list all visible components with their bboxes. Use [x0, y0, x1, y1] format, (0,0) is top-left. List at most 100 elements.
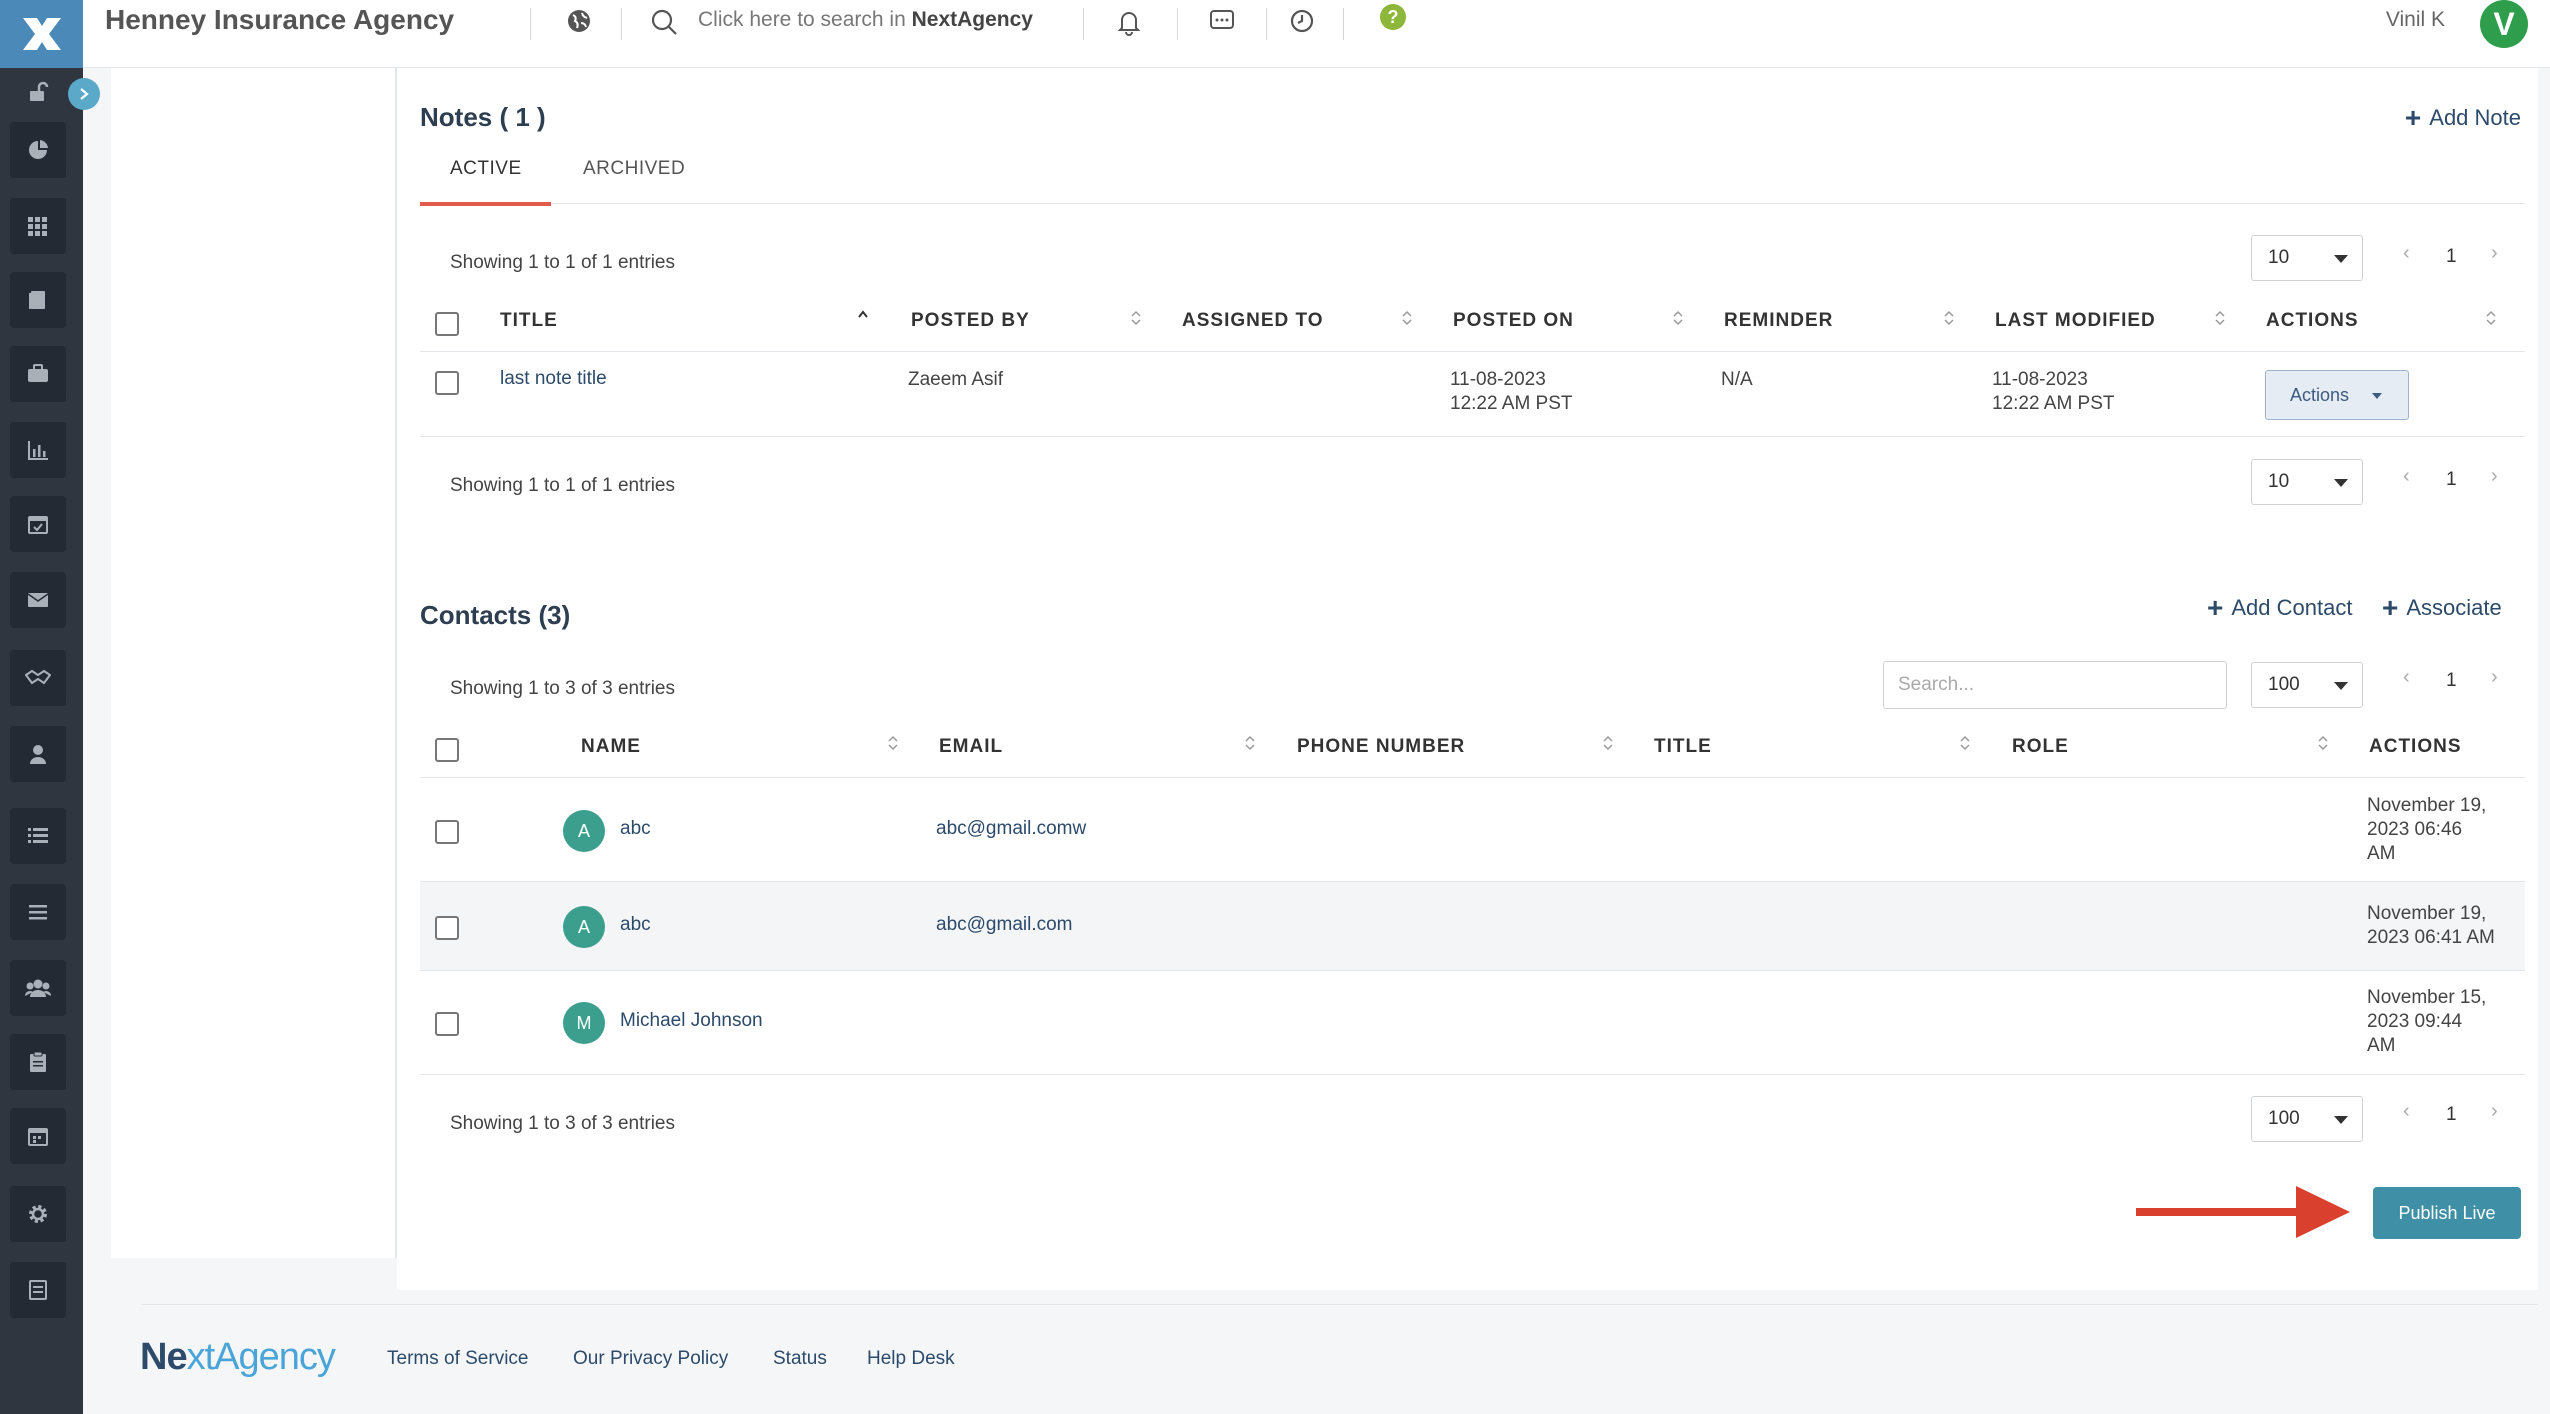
calendar-check-icon[interactable]	[10, 496, 66, 552]
handshake-icon[interactable]	[10, 650, 66, 706]
bar-chart-icon[interactable]	[10, 422, 66, 478]
add-note-button[interactable]: + Add Note	[2405, 104, 2521, 132]
sort-icon[interactable]	[1960, 735, 1970, 751]
row-checkbox[interactable]	[435, 820, 459, 844]
row-checkbox[interactable]	[435, 371, 459, 395]
sort-icon[interactable]	[1944, 310, 1954, 326]
sort-icon[interactable]	[1673, 310, 1683, 326]
pie-chart-icon[interactable]	[10, 122, 66, 178]
row-checkbox[interactable]	[435, 1012, 459, 1036]
sort-icon[interactable]	[2318, 735, 2328, 751]
user-name[interactable]: Vinil K	[2386, 8, 2445, 32]
row-checkbox[interactable]	[435, 916, 459, 940]
globe-icon[interactable]	[566, 8, 592, 34]
col-posted-by[interactable]: POSTED BY	[911, 310, 1030, 332]
clipboard-icon[interactable]	[10, 1034, 66, 1090]
note-actions-dropdown[interactable]: Actions	[2265, 370, 2409, 420]
envelope-icon[interactable]	[10, 572, 66, 628]
tab-active[interactable]: ACTIVE	[450, 158, 522, 180]
notes-page-length-select[interactable]: 10	[2251, 235, 2363, 281]
sort-asc-icon[interactable]	[858, 310, 868, 326]
modified-time: 12:22 AM PST	[1992, 393, 2115, 414]
gear-icon[interactable]	[10, 1186, 66, 1242]
sort-icon[interactable]	[2486, 310, 2496, 326]
users-icon[interactable]	[10, 960, 66, 1016]
message-icon[interactable]	[1209, 8, 1235, 34]
clock-icon[interactable]	[1289, 8, 1315, 34]
sidebar-toggle-button[interactable]	[68, 78, 100, 110]
associate-button[interactable]: + Associate	[2382, 594, 2502, 622]
align-icon[interactable]	[10, 884, 66, 940]
book-icon[interactable]	[10, 272, 66, 328]
col-last-modified[interactable]: LAST MODIFIED	[1995, 310, 2156, 332]
col-assigned-to[interactable]: ASSIGNED TO	[1182, 310, 1324, 332]
contacts-page-number[interactable]: 1	[2446, 670, 2457, 692]
note-title-link[interactable]: last note title	[500, 368, 607, 390]
col-posted-on[interactable]: POSTED ON	[1453, 310, 1574, 332]
col-actions[interactable]: ACTIONS	[2369, 736, 2462, 758]
footer-link-privacy[interactable]: Our Privacy Policy	[573, 1348, 728, 1370]
sort-icon[interactable]	[888, 735, 898, 751]
col-email[interactable]: EMAIL	[939, 736, 1003, 758]
contact-name-link[interactable]: abc	[620, 914, 651, 936]
col-name[interactable]: NAME	[581, 736, 641, 758]
footer-link-status[interactable]: Status	[773, 1348, 827, 1370]
app-logo-icon[interactable]	[0, 0, 83, 68]
add-contact-button[interactable]: + Add Contact	[2207, 594, 2352, 622]
user-icon[interactable]	[10, 726, 66, 782]
contacts-page-length-select[interactable]: 100	[2251, 662, 2363, 708]
col-phone-number[interactable]: PHONE NUMBER	[1297, 736, 1465, 758]
contact-name-link[interactable]: Michael Johnson	[620, 1010, 763, 1032]
table-divider	[420, 970, 2525, 971]
next-page-icon[interactable]: ›	[2491, 465, 2498, 488]
list-icon[interactable]	[10, 808, 66, 864]
prev-page-icon[interactable]: ‹	[2403, 465, 2410, 488]
tab-archived[interactable]: ARCHIVED	[583, 158, 685, 180]
contact-email-link[interactable]: abc@gmail.comw	[936, 818, 1086, 840]
contact-action-date: November 15,	[2367, 987, 2487, 1008]
briefcase-icon[interactable]	[10, 346, 66, 402]
col-title[interactable]: TITLE	[500, 310, 558, 332]
global-search-input[interactable]: Click here to search in NextAgency	[698, 8, 1033, 32]
chevron-down-icon	[2334, 255, 2348, 263]
sort-icon[interactable]	[1245, 735, 1255, 751]
contacts-page-length-select-bottom[interactable]: 100	[2251, 1096, 2363, 1142]
contacts-page-number[interactable]: 1	[2446, 1104, 2457, 1126]
col-reminder[interactable]: REMINDER	[1724, 310, 1833, 332]
notes-page-length-select-bottom[interactable]: 10	[2251, 459, 2363, 505]
next-page-icon[interactable]: ›	[2491, 1100, 2498, 1123]
next-page-icon[interactable]: ›	[2491, 242, 2498, 265]
footer-link-help-desk[interactable]: Help Desk	[867, 1348, 955, 1370]
contact-name-link[interactable]: abc	[620, 818, 651, 840]
footer-logo[interactable]: NextAgency	[140, 1336, 336, 1379]
col-actions[interactable]: ACTIONS	[2266, 310, 2359, 332]
contact-email-link[interactable]: abc@gmail.com	[936, 914, 1073, 936]
prev-page-icon[interactable]: ‹	[2403, 666, 2410, 689]
publish-live-button[interactable]: Publish Live	[2373, 1187, 2521, 1239]
search-icon[interactable]	[650, 8, 678, 36]
col-title[interactable]: TITLE	[1654, 736, 1712, 758]
col-role[interactable]: ROLE	[2012, 736, 2069, 758]
grid-icon[interactable]	[10, 198, 66, 254]
sort-icon[interactable]	[1603, 735, 1613, 751]
contacts-search-input[interactable]	[1883, 661, 2227, 709]
prev-page-icon[interactable]: ‹	[2403, 1100, 2410, 1123]
notes-page-number[interactable]: 1	[2446, 469, 2457, 491]
sort-icon[interactable]	[1131, 310, 1141, 326]
table-divider	[420, 777, 2525, 778]
bell-icon[interactable]	[1117, 8, 1141, 36]
next-page-icon[interactable]: ›	[2491, 666, 2498, 689]
contacts-select-all-checkbox[interactable]	[435, 738, 459, 762]
help-icon[interactable]: ?	[1379, 3, 1407, 31]
prev-page-icon[interactable]: ‹	[2403, 242, 2410, 265]
footer-link-terms[interactable]: Terms of Service	[387, 1348, 528, 1370]
header-divider	[1177, 8, 1178, 40]
sort-icon[interactable]	[1402, 310, 1412, 326]
report-icon[interactable]	[10, 1262, 66, 1318]
notes-page-number[interactable]: 1	[2446, 246, 2457, 268]
sort-icon[interactable]	[2215, 310, 2225, 326]
notes-select-all-checkbox[interactable]	[435, 312, 459, 336]
unlock-icon[interactable]	[10, 68, 66, 116]
user-avatar[interactable]: V	[2480, 0, 2528, 48]
calendar-icon[interactable]	[10, 1108, 66, 1164]
